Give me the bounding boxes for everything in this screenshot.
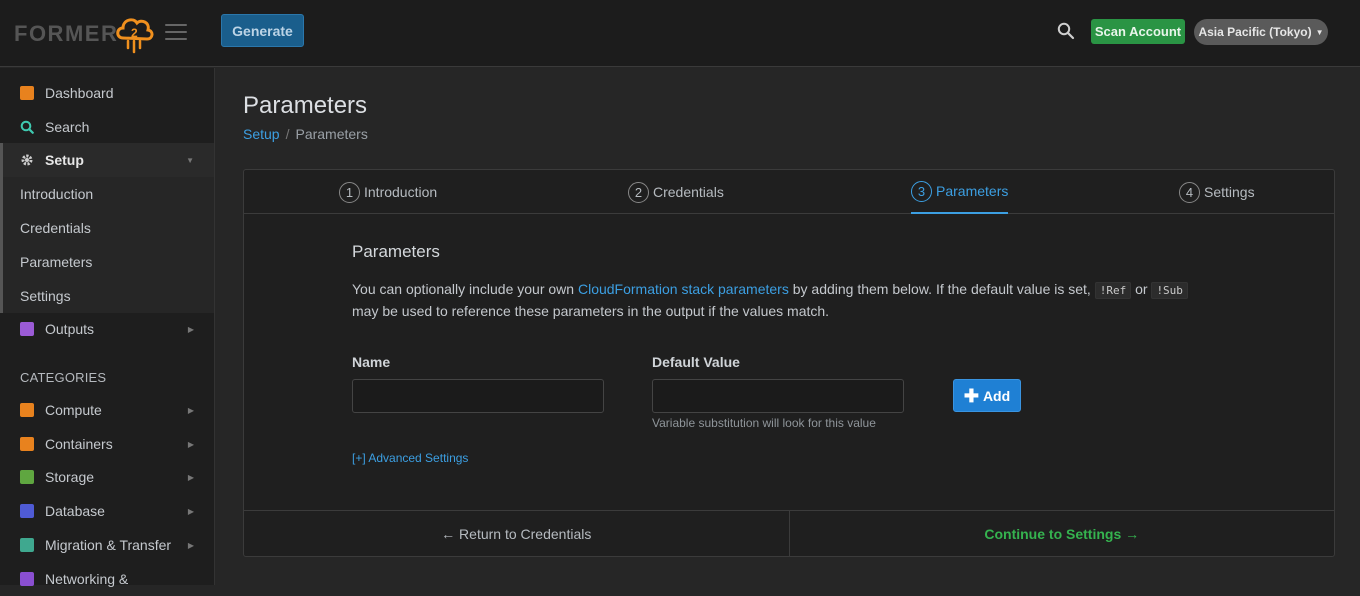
sidebar-item-setup[interactable]: Setup ▼ — [0, 143, 214, 177]
sidebar-item-dashboard[interactable]: Dashboard — [0, 76, 214, 110]
step-number: 1 — [339, 181, 360, 203]
gear-icon — [21, 154, 33, 166]
chevron-right-icon: ▶ — [187, 324, 194, 334]
sidebar: Dashboard Search Setup ▼ Introduction Cr… — [0, 68, 215, 587]
desc-text: You can optionally include your own — [352, 281, 578, 297]
chevron-right-icon: ▶ — [187, 405, 194, 415]
step-number: 3 — [911, 180, 932, 202]
form-heading: Parameters — [352, 242, 440, 261]
sidebar-item-label: Dashboard — [45, 85, 114, 101]
chevron-right-icon: ▶ — [187, 439, 194, 449]
top-bar: FORMER 2 Generate Scan Account Asia Paci… — [0, 0, 1360, 67]
scan-account-button[interactable]: Scan Account — [1091, 19, 1185, 44]
plus-icon: ✚ — [963, 385, 979, 406]
add-parameter-button[interactable]: ✚ Add — [953, 379, 1021, 412]
chevron-down-icon: ▼ — [186, 155, 194, 165]
region-selector[interactable]: Asia Pacific (Tokyo) ▼ — [1194, 19, 1328, 45]
form-description: You can optionally include your own Clou… — [352, 279, 1232, 321]
sidebar-subitem-parameters[interactable]: Parameters — [0, 245, 214, 279]
default-value-input[interactable] — [652, 379, 904, 413]
migration-icon — [20, 538, 34, 552]
chevron-right-icon: ▶ — [187, 472, 194, 482]
sidebar-item-compute[interactable]: Compute ▶ — [0, 393, 214, 427]
step-label: Introduction — [364, 184, 438, 200]
database-icon — [20, 504, 34, 518]
networking-icon — [20, 572, 34, 586]
continue-to-settings-button[interactable]: Continue to Settings → — [790, 511, 1335, 556]
page-title: Parameters — [243, 92, 368, 119]
sidebar-item-label: Storage — [45, 469, 95, 485]
sidebar-item-search[interactable]: Search — [0, 110, 214, 144]
default-value-help: Variable substitution will look for this… — [652, 416, 876, 430]
cloud-logo-icon: 2 — [116, 18, 154, 54]
step-label: Settings — [1204, 184, 1255, 200]
outputs-icon — [20, 322, 34, 336]
menu-toggle-icon[interactable] — [165, 24, 187, 42]
breadcrumb: Setup / Parameters — [243, 126, 368, 142]
sidebar-item-database[interactable]: Database ▶ — [0, 494, 214, 528]
return-to-credentials-button[interactable]: ← Return to Credentials — [244, 511, 790, 556]
desc-text: may be used to reference these parameter… — [352, 303, 830, 319]
breadcrumb-separator: / — [285, 126, 290, 142]
step-number: 4 — [1179, 181, 1200, 203]
step-introduction[interactable]: 1 Introduction — [339, 170, 437, 214]
caret-down-icon: ▼ — [1315, 27, 1324, 37]
chevron-right-icon: ▶ — [187, 540, 194, 550]
sidebar-item-containers[interactable]: Containers ▶ — [0, 427, 214, 461]
breadcrumb-current: Parameters — [295, 126, 368, 142]
sub-code: !Sub — [1151, 282, 1188, 299]
sidebar-subitem-introduction[interactable]: Introduction — [0, 177, 214, 211]
sidebar-item-label: Database — [45, 503, 105, 519]
sidebar-item-label: Outputs — [45, 321, 95, 337]
chevron-right-icon: ▶ — [187, 506, 194, 516]
name-label: Name — [352, 354, 391, 370]
categories-heading: CATEGORIES — [20, 370, 107, 385]
search-icon[interactable] — [1057, 22, 1075, 40]
breadcrumb-setup-link[interactable]: Setup — [243, 126, 280, 142]
logo-text: FORMER — [14, 21, 119, 46]
sidebar-item-outputs[interactable]: Outputs ▶ — [0, 312, 214, 346]
name-input[interactable] — [352, 379, 604, 413]
sidebar-item-label: Migration & Transfer — [45, 537, 172, 553]
default-value-label: Default Value — [652, 354, 740, 370]
cloudformation-parameters-link[interactable]: CloudFormation stack parameters — [578, 281, 789, 297]
sidebar-item-label: Containers — [45, 436, 113, 452]
main-content: Parameters Setup / Parameters 1 Introducti… — [216, 68, 1360, 585]
add-label: Add — [982, 387, 1011, 404]
wizard-steps: 1 Introduction 2 Credentials 3 Parameter… — [244, 170, 1334, 214]
step-credentials[interactable]: 2 Credentials — [628, 170, 724, 214]
containers-icon — [20, 437, 34, 451]
former2-logo[interactable]: FORMER 2 — [14, 14, 154, 54]
compute-icon — [20, 403, 34, 417]
sidebar-subitem-credentials[interactable]: Credentials — [0, 211, 214, 245]
advanced-settings-toggle[interactable]: [+] Advanced Settings — [352, 451, 468, 465]
sidebar-item-migration-transfer[interactable]: Migration & Transfer ▶ — [0, 528, 214, 562]
step-number: 2 — [628, 181, 649, 203]
dashboard-icon — [20, 86, 34, 100]
setup-wizard-card: 1 Introduction 2 Credentials 3 Parameter… — [243, 169, 1335, 557]
sidebar-item-label: Search — [45, 119, 90, 135]
desc-text: or — [1131, 281, 1152, 297]
wizard-footer: ← Return to Credentials Continue to Sett… — [244, 510, 1334, 556]
sidebar-item-label: Setup — [45, 152, 84, 168]
sidebar-item-networking[interactable]: Networking & — [0, 562, 214, 596]
sidebar-item-label: Compute — [45, 402, 102, 418]
search-icon — [20, 120, 34, 134]
sidebar-item-storage[interactable]: Storage ▶ — [0, 460, 214, 494]
desc-text: by adding them below. If the default val… — [788, 281, 1095, 297]
step-parameters[interactable]: 3 Parameters — [911, 170, 1009, 214]
generate-button[interactable]: Generate — [221, 14, 304, 47]
logo-badge: 2 — [131, 26, 138, 40]
step-label: Credentials — [653, 184, 724, 200]
sidebar-subitem-settings[interactable]: Settings — [0, 279, 214, 313]
step-label: Parameters — [936, 183, 1009, 199]
storage-icon — [20, 470, 34, 484]
ref-code: !Ref — [1094, 282, 1132, 299]
step-settings[interactable]: 4 Settings — [1179, 170, 1255, 214]
region-label: Asia Pacific (Tokyo) — [1198, 25, 1312, 39]
